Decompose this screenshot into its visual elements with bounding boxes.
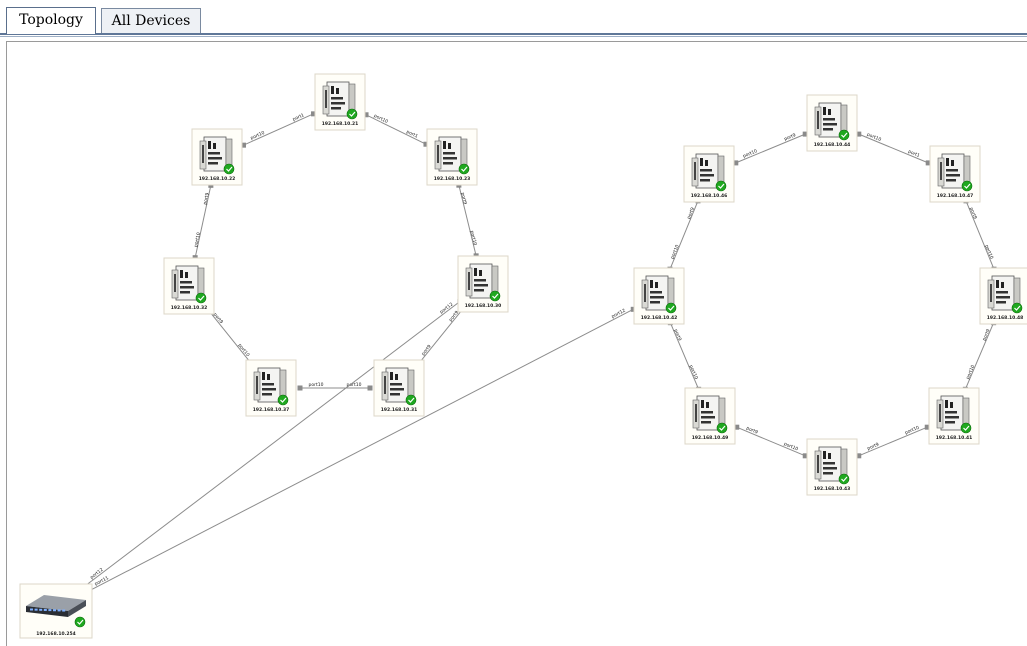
status-ok-icon [489,290,501,302]
port-label: port10 [193,232,202,248]
device-ip-label: 192.168.10.254 [36,631,76,637]
port-label: port10 [373,113,389,125]
device-node[interactable]: 192.168.10.47 [929,145,981,203]
port-label: port10 [688,364,699,380]
status-ok-icon [838,129,850,141]
port-label: port12 [611,308,627,320]
device-node[interactable]: 192.168.10.42 [633,267,685,325]
link-n48-n41[interactable]: port9 port10 [962,320,997,392]
link-n44-n47[interactable]: port10port1 [856,131,931,166]
link-n47-n48[interactable]: port9 port10 [963,198,997,272]
link-line[interactable] [87,308,634,592]
link-n46-n44[interactable]: port10port9 [733,131,808,166]
device-ip-label: 192.168.10.49 [692,435,728,441]
device-node[interactable]: 192.168.10.37 [245,359,297,417]
device-node[interactable]: 192.168.10.48 [979,267,1027,325]
link-n46-n42[interactable]: port9 port10 [667,198,701,272]
status-ok-icon [346,108,358,120]
port-marker[interactable] [367,385,373,391]
device-ip-label: 192.168.10.48 [987,315,1023,321]
port-label: port10 [783,441,799,452]
device-ip-label: 192.168.10.43 [814,486,850,492]
port-label: port10 [309,382,324,388]
link-line[interactable] [84,301,461,587]
device-node[interactable]: 192.168.10.30 [457,255,509,313]
port-label: port12 [439,301,455,315]
link-n22-n21[interactable]: port10 port1 [240,111,317,148]
device-node[interactable]: 192.168.10.23 [426,128,478,186]
device-node[interactable]: 192.168.10.46 [683,145,735,203]
device-ip-label: 192.168.10.21 [322,121,358,127]
status-ok-icon [223,163,235,175]
device-ip-label: 192.168.10.32 [171,305,207,311]
port-label: port1 [292,112,306,122]
port-label: port9 [981,328,991,342]
port-label: port1 [405,129,419,140]
device-ip-label: 192.168.10.22 [199,176,235,182]
status-ok-icon [74,616,86,628]
port-label: port10 [237,343,251,359]
port-label: port9 [459,192,468,205]
status-ok-icon [838,473,850,485]
port-label: port10 [742,148,758,159]
device-ip-label: 192.168.10.31 [381,407,417,413]
device-node[interactable]: 192.168.10.32 [163,257,215,315]
status-ok-icon [960,422,972,434]
link-n23-n30[interactable]: port9 port10 [456,182,479,259]
port-label: port9 [968,207,978,221]
device-node[interactable]: 192.168.10.22 [191,128,243,186]
port-label: port10 [866,132,882,143]
tab-topology[interactable]: Topology [6,7,96,34]
port-marker[interactable] [297,385,303,391]
link-n42-n49[interactable]: port9 port10 [667,320,702,392]
device-ip-label: 192.168.10.30 [465,303,501,309]
port-label: port10 [250,130,266,142]
link-n37-n31[interactable]: port10 port10 [297,382,373,391]
port-label: port10 [904,425,920,436]
link-n49-n43[interactable]: port9port10 [734,424,808,459]
status-ok-icon [665,302,677,314]
device-ip-label: 192.168.10.42 [641,315,677,321]
status-ok-icon [277,394,289,406]
link-n22-n32[interactable]: port9 port10 [192,182,214,261]
port-label: port10 [347,382,362,388]
topology-map[interactable]: port10port1 port10port1port9port10port9po… [0,0,1027,646]
link-n21-n23[interactable]: port10 port1 [363,112,429,147]
port-label: port10 [983,244,994,260]
port-label: port10 [469,230,478,246]
device-node[interactable]: 192.168.10.49 [684,387,736,445]
link-n254-n42[interactable]: port11port12 [85,306,636,594]
device-ip-label: 192.168.10.23 [434,176,470,182]
status-ok-icon [716,422,728,434]
device-ip-label: 192.168.10.44 [814,142,850,148]
status-ok-icon [458,163,470,175]
port-label: port9 [202,192,210,205]
port-label: port9 [686,206,696,220]
link-n254-n30[interactable]: port12port12 [82,299,463,589]
port-label: port9 [672,328,682,342]
device-node[interactable]: 192.168.10.41 [928,387,980,445]
device-node[interactable]: 192.168.10.43 [806,438,858,496]
device-node[interactable]: 192.168.10.254 [19,583,93,639]
link-n32-n37[interactable]: port9port10 [204,306,256,368]
port-label: port10 [965,364,976,380]
link-n43-n41[interactable]: port9port10 [856,424,930,459]
device-ip-label: 192.168.10.46 [691,193,727,199]
device-node[interactable]: 192.168.10.31 [373,359,425,417]
device-ip-label: 192.168.10.41 [936,435,972,441]
status-ok-icon [1011,302,1023,314]
status-ok-icon [195,292,207,304]
port-label: port9 [420,344,432,357]
status-ok-icon [405,394,417,406]
device-node[interactable]: 192.168.10.44 [806,94,858,152]
status-ok-icon [961,180,973,192]
port-label: port10 [670,244,681,260]
device-ip-label: 192.168.10.47 [937,193,973,199]
device-ip-label: 192.168.10.37 [253,407,289,413]
device-node[interactable]: 192.168.10.21 [314,73,366,131]
status-ok-icon [715,180,727,192]
